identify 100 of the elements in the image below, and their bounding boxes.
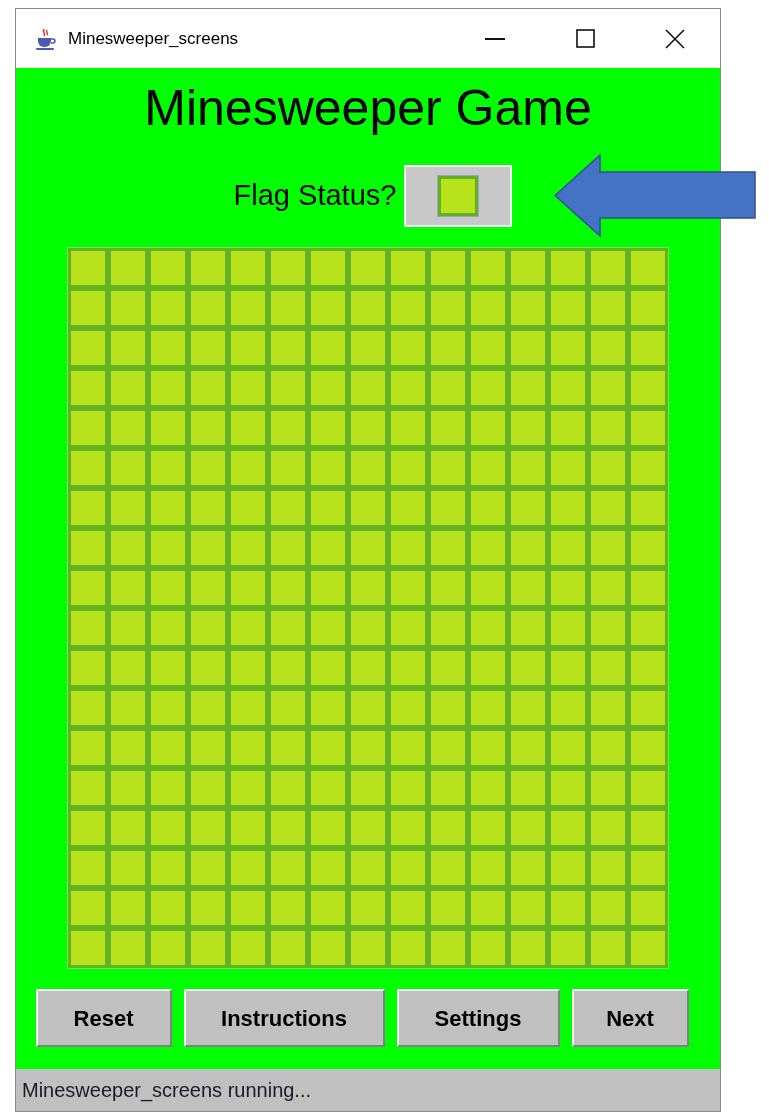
grid-cell[interactable] <box>228 408 268 448</box>
grid-cell[interactable] <box>388 688 428 728</box>
action-button[interactable]: Instructions <box>183 989 385 1047</box>
grid-cell[interactable] <box>188 488 228 528</box>
grid-cell[interactable] <box>108 808 148 848</box>
grid-cell[interactable] <box>308 728 348 768</box>
grid-cell[interactable] <box>588 568 628 608</box>
grid-cell[interactable] <box>188 448 228 488</box>
grid-cell[interactable] <box>268 328 308 368</box>
grid-cell[interactable] <box>468 248 508 288</box>
grid-cell[interactable] <box>468 288 508 328</box>
grid-cell[interactable] <box>508 528 548 568</box>
grid-cell[interactable] <box>188 928 228 968</box>
grid-cell[interactable] <box>508 328 548 368</box>
grid-cell[interactable] <box>468 448 508 488</box>
grid-cell[interactable] <box>348 768 388 808</box>
grid-cell[interactable] <box>508 808 548 848</box>
grid-cell[interactable] <box>308 408 348 448</box>
grid-cell[interactable] <box>628 368 668 408</box>
grid-cell[interactable] <box>508 448 548 488</box>
grid-cell[interactable] <box>68 608 108 648</box>
grid-cell[interactable] <box>148 328 188 368</box>
grid-cell[interactable] <box>628 608 668 648</box>
grid-cell[interactable] <box>508 248 548 288</box>
grid-cell[interactable] <box>468 688 508 728</box>
grid-cell[interactable] <box>628 848 668 888</box>
grid-cell[interactable] <box>108 528 148 568</box>
grid-cell[interactable] <box>508 648 548 688</box>
grid-cell[interactable] <box>348 928 388 968</box>
grid-cell[interactable] <box>188 248 228 288</box>
grid-cell[interactable] <box>628 568 668 608</box>
grid-cell[interactable] <box>388 728 428 768</box>
grid-cell[interactable] <box>428 928 468 968</box>
grid-cell[interactable] <box>588 448 628 488</box>
grid-cell[interactable] <box>188 608 228 648</box>
grid-cell[interactable] <box>188 728 228 768</box>
grid-cell[interactable] <box>628 688 668 728</box>
grid-cell[interactable] <box>428 728 468 768</box>
grid-cell[interactable] <box>468 648 508 688</box>
grid-cell[interactable] <box>268 768 308 808</box>
grid-cell[interactable] <box>588 608 628 648</box>
grid-cell[interactable] <box>428 888 468 928</box>
grid-cell[interactable] <box>148 448 188 488</box>
grid-cell[interactable] <box>268 448 308 488</box>
grid-cell[interactable] <box>308 688 348 728</box>
grid-cell[interactable] <box>68 448 108 488</box>
grid-cell[interactable] <box>108 768 148 808</box>
grid-cell[interactable] <box>628 648 668 688</box>
grid-cell[interactable] <box>428 768 468 808</box>
grid-cell[interactable] <box>188 328 228 368</box>
grid-cell[interactable] <box>268 488 308 528</box>
grid-cell[interactable] <box>228 888 268 928</box>
grid-cell[interactable] <box>388 848 428 888</box>
grid-cell[interactable] <box>68 768 108 808</box>
grid-cell[interactable] <box>388 888 428 928</box>
grid-cell[interactable] <box>348 688 388 728</box>
grid-cell[interactable] <box>308 528 348 568</box>
grid-cell[interactable] <box>148 848 188 888</box>
grid-cell[interactable] <box>268 648 308 688</box>
grid-cell[interactable] <box>548 768 588 808</box>
grid-cell[interactable] <box>388 648 428 688</box>
grid-cell[interactable] <box>548 608 588 648</box>
grid-cell[interactable] <box>148 648 188 688</box>
grid-cell[interactable] <box>348 888 388 928</box>
grid-cell[interactable] <box>388 328 428 368</box>
grid-cell[interactable] <box>108 608 148 648</box>
grid-cell[interactable] <box>428 448 468 488</box>
grid-cell[interactable] <box>428 648 468 688</box>
grid-cell[interactable] <box>188 688 228 728</box>
grid-cell[interactable] <box>388 448 428 488</box>
grid-cell[interactable] <box>308 888 348 928</box>
grid-cell[interactable] <box>148 808 188 848</box>
grid-cell[interactable] <box>588 488 628 528</box>
grid-cell[interactable] <box>348 408 388 448</box>
grid-cell[interactable] <box>428 568 468 608</box>
grid-cell[interactable] <box>308 808 348 848</box>
grid-cell[interactable] <box>148 928 188 968</box>
grid-cell[interactable] <box>388 368 428 408</box>
grid-cell[interactable] <box>628 408 668 448</box>
grid-cell[interactable] <box>228 848 268 888</box>
action-button[interactable]: Reset <box>35 989 172 1047</box>
grid-cell[interactable] <box>148 488 188 528</box>
grid-cell[interactable] <box>148 728 188 768</box>
grid-cell[interactable] <box>388 768 428 808</box>
grid-cell[interactable] <box>588 728 628 768</box>
grid-cell[interactable] <box>308 368 348 408</box>
grid-cell[interactable] <box>348 528 388 568</box>
grid-cell[interactable] <box>108 568 148 608</box>
grid-cell[interactable] <box>68 568 108 608</box>
grid-cell[interactable] <box>468 328 508 368</box>
grid-cell[interactable] <box>548 848 588 888</box>
grid-cell[interactable] <box>588 248 628 288</box>
grid-cell[interactable] <box>588 808 628 848</box>
grid-cell[interactable] <box>548 568 588 608</box>
grid-cell[interactable] <box>268 528 308 568</box>
grid-cell[interactable] <box>68 888 108 928</box>
grid-cell[interactable] <box>428 328 468 368</box>
grid-cell[interactable] <box>548 328 588 368</box>
grid-cell[interactable] <box>68 928 108 968</box>
grid-cell[interactable] <box>68 728 108 768</box>
